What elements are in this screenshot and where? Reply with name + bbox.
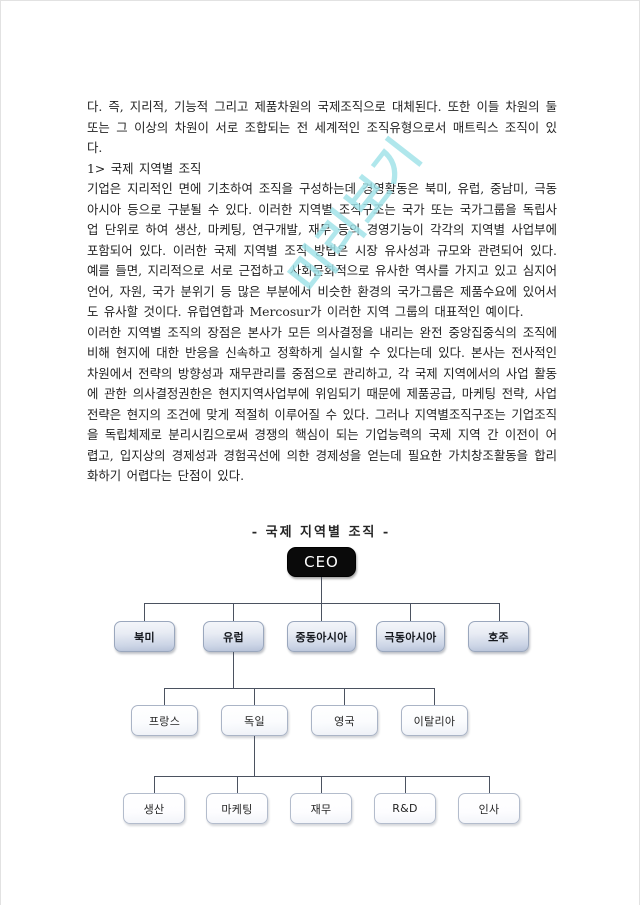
paragraph-body-2: 이러한 지역별 조직의 장점은 본사가 모든 의사결정을 내리는 완전 중앙집중… [87,324,557,484]
connector-region-drop-2 [233,603,234,621]
section-heading: 1> 국제 지역별 조직 [87,160,202,176]
document-body: 다. 즉, 지리적, 기능적 그리고 제품차원의 국제조직으로 대체된다. 또한… [87,97,557,487]
org-node-function-rnd: R&D [374,793,436,824]
org-node-function-finance: 재무 [290,793,352,824]
org-node-region-europe: 유럽 [203,621,264,652]
connector-country-bus [164,688,434,689]
connector-function-drop-4 [405,776,406,793]
org-node-country-germany: 독일 [221,705,288,736]
paragraph-intro: 다. 즉, 지리적, 기능적 그리고 제품차원의 국제조직으로 대체된다. 또한… [87,99,557,155]
connector-country-drop-3 [344,688,345,705]
connector-function-drop-5 [489,776,490,793]
connector-country-drop-1 [164,688,165,705]
connector-region-drop-5 [499,603,500,621]
paragraph-body-1: 기업은 지리적인 면에 기초하여 조직을 구성하는데 경영활동은 북미, 유럽,… [87,181,557,319]
connector-europe-stem [233,652,234,688]
org-node-ceo: CEO [287,547,356,577]
connector-region-drop-3 [321,603,322,621]
org-node-region-australia: 호주 [468,621,529,652]
org-node-region-middle-east-asia: 중동아시아 [287,621,356,652]
org-node-function-production: 생산 [123,793,185,824]
connector-germany-stem [254,736,255,776]
org-node-country-italy: 이탈리아 [401,705,468,736]
org-node-function-hr: 인사 [458,793,520,824]
connector-region-drop-1 [144,603,145,621]
org-node-region-north-america: 북미 [114,621,175,652]
org-chart-title: - 국제 지역별 조직 - [251,525,391,540]
connector-function-drop-3 [321,776,322,793]
connector-function-drop-2 [237,776,238,793]
document-page: 미리보기 다. 즉, 지리적, 기능적 그리고 제품차원의 국제조직으로 대체된… [0,0,640,905]
connector-country-drop-4 [434,688,435,705]
connector-country-drop-2 [254,688,255,705]
org-node-region-far-east-asia: 극동아시아 [376,621,445,652]
org-chart: - 국제 지역별 조직 - CEO 북미 유럽 중동아시아 극동아시아 호주 프… [1,521,639,851]
org-node-function-marketing: 마케팅 [206,793,268,824]
org-node-country-uk: 영국 [311,705,378,736]
connector-region-drop-4 [410,603,411,621]
connector-ceo-stem [321,577,322,603]
org-node-country-france: 프랑스 [131,705,198,736]
connector-function-drop-1 [154,776,155,793]
